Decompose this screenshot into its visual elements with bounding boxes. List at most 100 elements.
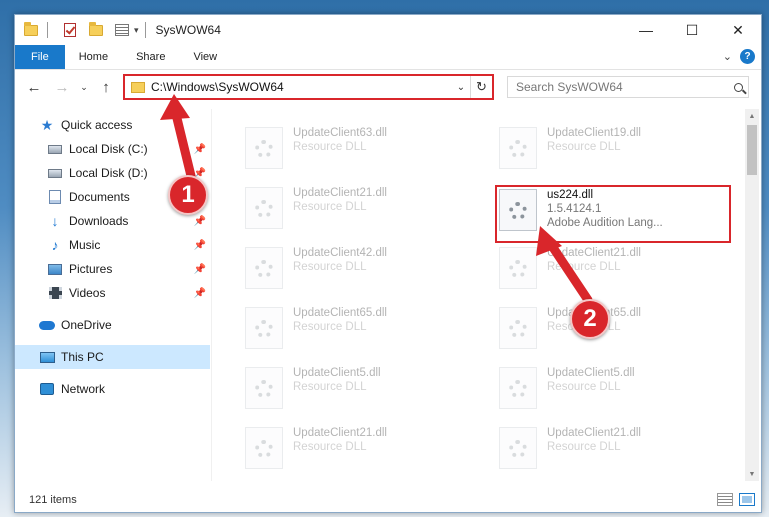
list-item[interactable]: UpdateClient21.dll Resource DLL <box>499 427 739 479</box>
sidebar-item-label: Network <box>61 382 106 396</box>
file-type: Resource DLL <box>547 381 621 393</box>
dll-file-icon <box>245 427 283 469</box>
sidebar-item-label: Local Disk (C:) <box>69 142 148 156</box>
maximize-button[interactable]: ☐ <box>669 15 715 45</box>
large-icons-view-icon[interactable] <box>739 493 755 506</box>
up-button[interactable]: ↑ <box>95 76 117 98</box>
sidebar-item-local-disk-c[interactable]: Local Disk (C:) 📌 <box>15 137 210 161</box>
file-list: UpdateClient63.dll Resource DLL UpdateCl… <box>225 111 745 479</box>
drive-icon <box>47 165 63 181</box>
file-type: Resource DLL <box>293 321 367 333</box>
file-type: Resource DLL <box>293 381 367 393</box>
file-name: UpdateClient5.dll <box>547 367 635 379</box>
dll-file-icon <box>499 367 537 409</box>
scroll-up-icon[interactable]: ▲ <box>745 109 759 123</box>
pin-icon[interactable]: 📌 <box>194 216 206 227</box>
list-item[interactable]: UpdateClient65.dll Resource DLL <box>245 307 485 359</box>
sidebar-item-quick-access[interactable]: ★ Quick access <box>15 113 210 137</box>
search-icon[interactable] <box>728 82 748 92</box>
file-type: Resource DLL <box>293 441 367 453</box>
customize-toolbar-icon[interactable] <box>112 20 132 40</box>
sidebar-item-music[interactable]: ♪ Music 📌 <box>15 233 210 257</box>
file-type: Resource DLL <box>547 261 621 273</box>
navigation-bar: ← → ⌄ ↑ C:\Windows\SysWOW64 ⌄ ↻ Search S… <box>15 70 761 104</box>
tab-view[interactable]: View <box>179 45 231 69</box>
file-name: UpdateClient21.dll <box>293 427 387 439</box>
list-item[interactable]: UpdateClient42.dll Resource DLL <box>245 247 485 299</box>
list-item[interactable]: UpdateClient21.dll Resource DLL <box>499 247 739 299</box>
details-view-icon[interactable] <box>717 493 733 506</box>
minimize-button[interactable]: — <box>623 15 669 45</box>
pin-icon[interactable]: 📌 <box>194 264 206 275</box>
refresh-icon[interactable]: ↻ <box>470 76 492 98</box>
pin-icon[interactable]: 📌 <box>194 144 206 155</box>
download-icon: ↓ <box>51 213 59 229</box>
divider <box>144 22 146 38</box>
tab-share[interactable]: Share <box>122 45 179 69</box>
sidebar-item-label: Downloads <box>69 214 129 228</box>
dll-file-icon <box>245 187 283 229</box>
address-dropdown-icon[interactable]: ⌄ <box>452 82 470 93</box>
pin-icon[interactable]: 📌 <box>194 288 206 299</box>
sidebar-item-network[interactable]: Network <box>15 377 210 401</box>
address-bar[interactable]: C:\Windows\SysWOW64 ⌄ ↻ <box>123 74 494 100</box>
list-item[interactable]: UpdateClient5.dll Resource DLL <box>245 367 485 419</box>
title-bar: ▾ SysWOW64 — ☐ ✕ <box>15 15 761 45</box>
pin-icon[interactable]: 📌 <box>194 240 206 251</box>
expand-ribbon-icon[interactable]: ⌄ <box>723 50 732 63</box>
file-type: Resource DLL <box>293 261 367 273</box>
item-count: 121 items <box>29 494 77 506</box>
step-1-badge: 1 <box>168 175 208 215</box>
sidebar-item-label: Pictures <box>69 262 113 276</box>
dll-file-icon <box>499 427 537 469</box>
scroll-thumb[interactable] <box>747 125 757 175</box>
network-icon <box>39 381 55 397</box>
list-item[interactable]: UpdateClient63.dll Resource DLL <box>245 127 485 179</box>
ribbon-tabs: File Home Share View ⌄ ? <box>15 45 761 70</box>
drive-icon <box>47 141 63 157</box>
ribbon-help-area: ⌄ ? <box>723 49 755 64</box>
tab-home[interactable]: Home <box>65 45 122 69</box>
sidebar-item-label: Videos <box>69 286 106 300</box>
list-item[interactable]: UpdateClient21.dll Resource DLL <box>245 427 485 479</box>
address-path[interactable]: C:\Windows\SysWOW64 <box>151 80 452 94</box>
sidebar-item-label: OneDrive <box>61 318 112 332</box>
file-name: UpdateClient65.dll <box>293 307 387 319</box>
folder-icon <box>21 20 41 40</box>
recent-locations-button[interactable]: ⌄ <box>77 76 91 98</box>
file-name: UpdateClient19.dll <box>547 127 641 139</box>
quick-access-dropdown-icon[interactable]: ▾ <box>134 25 139 36</box>
dll-file-icon <box>245 307 283 349</box>
sidebar-item-label: Local Disk (D:) <box>69 166 148 180</box>
sidebar-item-videos[interactable]: Videos 📌 <box>15 281 210 305</box>
list-item[interactable]: UpdateClient5.dll Resource DLL <box>499 367 739 419</box>
help-icon[interactable]: ? <box>740 49 755 64</box>
back-button[interactable]: ← <box>23 76 45 98</box>
search-box[interactable]: Search SysWOW64 <box>507 76 749 98</box>
list-item[interactable]: UpdateClient19.dll Resource DLL <box>499 127 739 179</box>
folder-icon <box>131 81 145 93</box>
divider <box>47 22 48 38</box>
list-item[interactable]: UpdateClient65.dll Resource DLL <box>499 307 739 359</box>
dll-file-icon <box>499 127 537 169</box>
sidebar-item-pictures[interactable]: Pictures 📌 <box>15 257 210 281</box>
sidebar-item-this-pc[interactable]: This PC <box>15 345 210 369</box>
search-input[interactable]: Search SysWOW64 <box>516 80 728 94</box>
scroll-down-icon[interactable]: ▼ <box>745 467 759 481</box>
pane-divider[interactable] <box>211 109 212 481</box>
dll-file-icon <box>499 307 537 349</box>
sidebar-item-onedrive[interactable]: OneDrive <box>15 313 210 337</box>
properties-check-icon[interactable] <box>60 20 80 40</box>
dll-file-icon <box>245 367 283 409</box>
list-item[interactable]: UpdateClient21.dll Resource DLL <box>245 187 485 239</box>
videos-icon <box>47 285 63 301</box>
dll-file-icon <box>245 127 283 169</box>
documents-icon <box>47 189 63 205</box>
tab-file[interactable]: File <box>15 45 65 69</box>
file-name: UpdateClient21.dll <box>293 187 387 199</box>
onedrive-icon <box>39 317 55 333</box>
close-button[interactable]: ✕ <box>715 15 761 45</box>
vertical-scrollbar[interactable]: ▲ ▼ <box>745 109 759 481</box>
forward-button[interactable]: → <box>51 76 73 98</box>
new-folder-icon[interactable] <box>86 20 106 40</box>
